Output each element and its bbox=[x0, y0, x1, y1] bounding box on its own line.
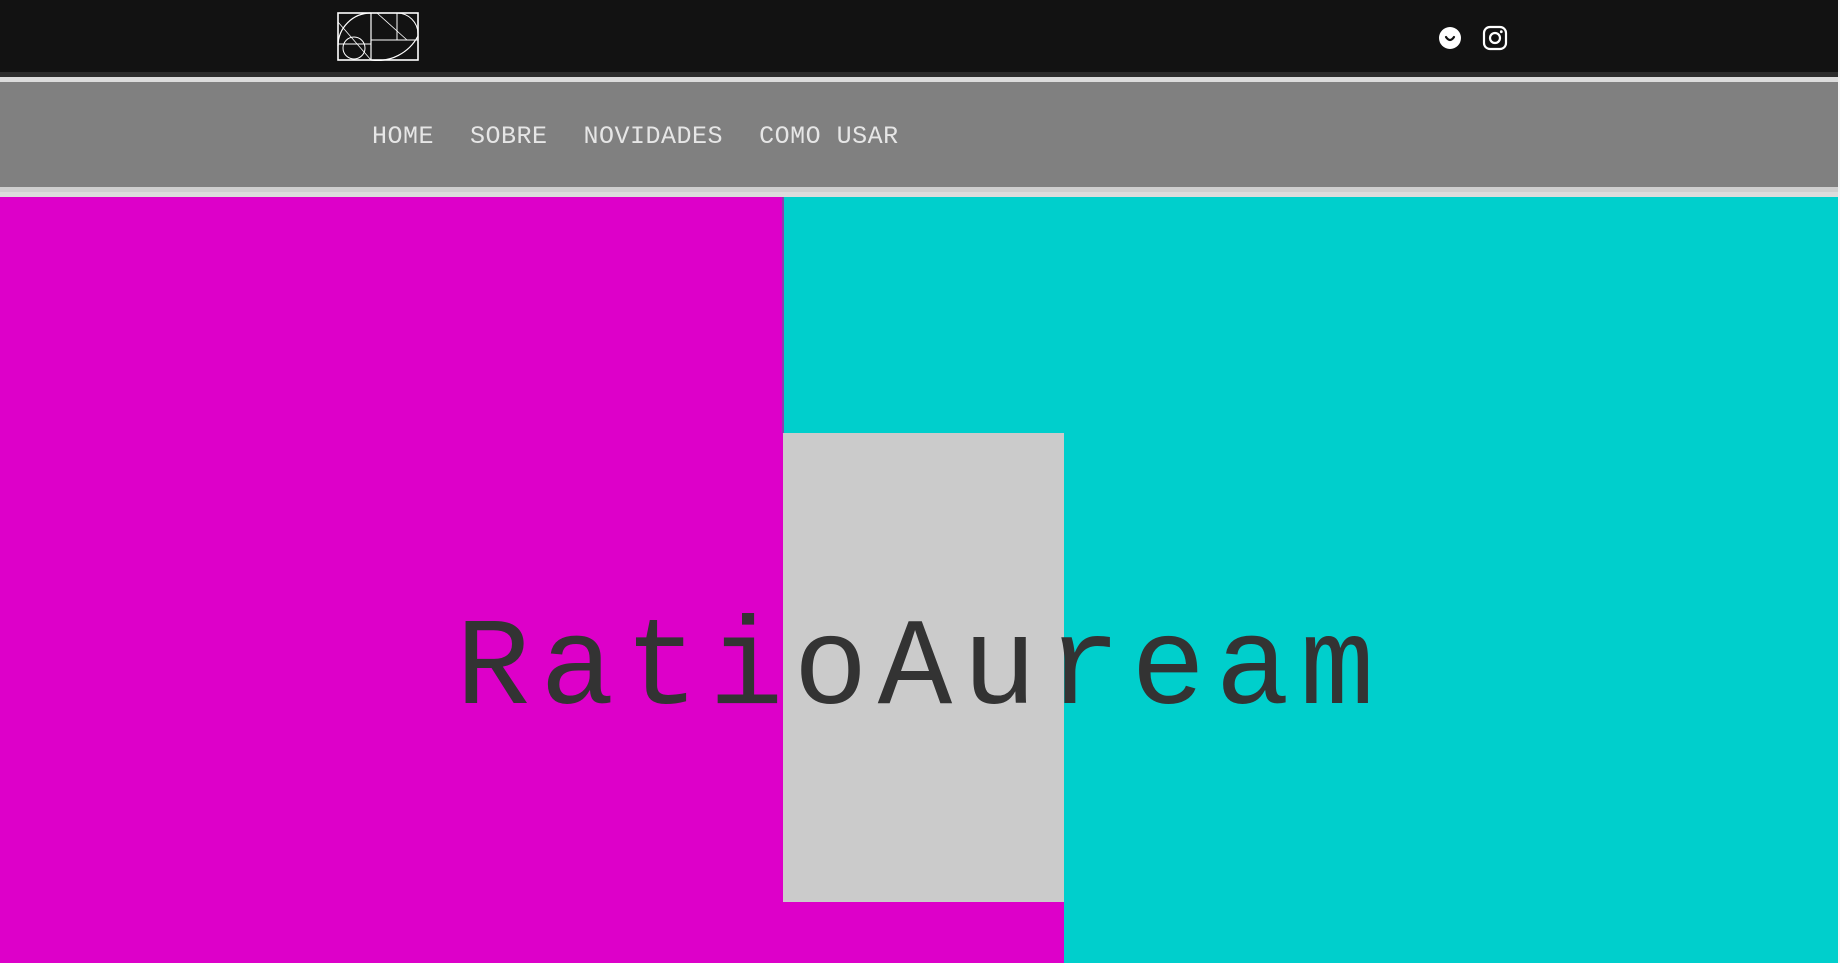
nav-menu: HOME SOBRE NOVIDADES COMO USAR bbox=[372, 122, 899, 151]
nav-item-novidades[interactable]: NOVIDADES bbox=[584, 122, 724, 151]
nav-item-como-usar[interactable]: COMO USAR bbox=[759, 122, 899, 151]
instagram-icon bbox=[1482, 25, 1508, 51]
ello-link[interactable] bbox=[1435, 23, 1465, 53]
nav-item-home[interactable]: HOME bbox=[372, 122, 434, 151]
top-header bbox=[0, 0, 1840, 77]
nav-item-sobre[interactable]: SOBRE bbox=[470, 122, 548, 151]
hero-divider-line bbox=[782, 197, 784, 433]
site-logo-link[interactable] bbox=[337, 12, 419, 62]
hero-title: RatioAuream bbox=[455, 601, 1385, 741]
hero-magenta-block bbox=[0, 197, 783, 963]
instagram-link[interactable] bbox=[1480, 23, 1510, 53]
ello-icon bbox=[1439, 27, 1461, 49]
hero-magenta-strip bbox=[783, 902, 1064, 963]
main-navigation: HOME SOBRE NOVIDADES COMO USAR bbox=[0, 82, 1840, 192]
hero-section: RatioAuream bbox=[0, 197, 1840, 963]
golden-ratio-logo-icon bbox=[337, 12, 419, 62]
